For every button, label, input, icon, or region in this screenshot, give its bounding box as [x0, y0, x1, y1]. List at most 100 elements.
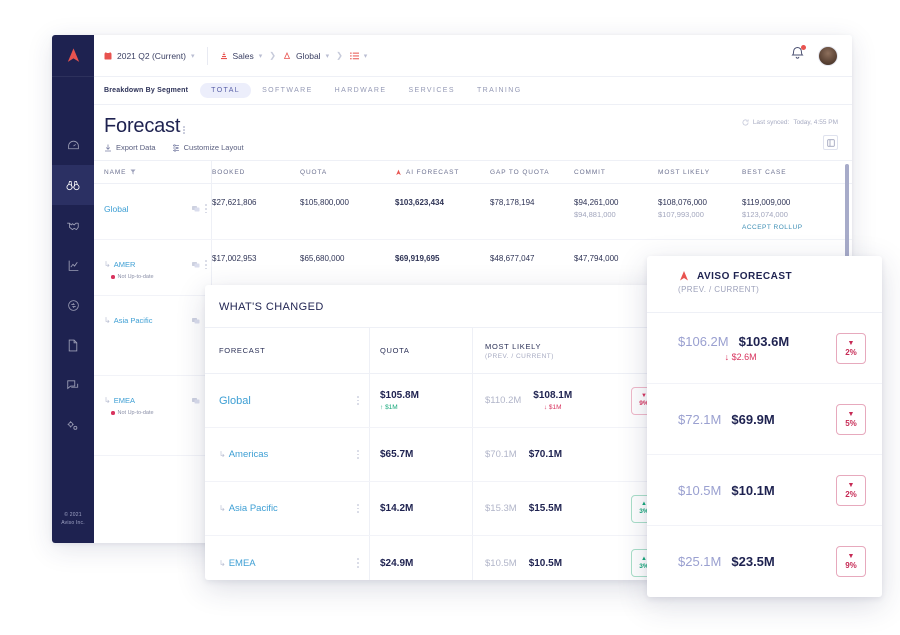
- aviso-mark-icon: [680, 271, 688, 281]
- table-row[interactable]: Global $27,621,806 $105,800,000 $103,623…: [94, 184, 852, 240]
- cell-gap-to-quota: $78,178,194: [490, 198, 535, 207]
- table-row-name[interactable]: Asia Pacific: [114, 316, 153, 325]
- sidebar-item-reports[interactable]: [52, 325, 94, 365]
- wc-quota-delta: ↑ $1M: [380, 404, 398, 411]
- aviso-forecast-row[interactable]: $106.2M $103.6M ↓ $2.6M ▼ 2%: [647, 313, 882, 384]
- sidebar-item-settings[interactable]: [52, 405, 94, 445]
- avatar[interactable]: [818, 45, 838, 66]
- triangle-down-icon: ▼: [847, 553, 855, 560]
- whats-changed-row[interactable]: ↳ Americas $65.7M $70.1M $70.1M: [205, 428, 657, 482]
- aviso-prev: $25.1M: [678, 554, 722, 569]
- wc-cell-most-likely: $10.5M $10.5M ▲ 3%: [473, 536, 657, 580]
- export-data-label: Export Data: [116, 143, 156, 152]
- wc-column-header-forecast-label: FORECAST: [219, 346, 266, 355]
- wc-row-name-cell[interactable]: ↳ Asia Pacific: [205, 482, 370, 535]
- wc-column-header-most-likely[interactable]: MOST LIKELY (PREV. / CURRENT): [473, 328, 657, 373]
- wc-row-name[interactable]: Americas: [229, 449, 269, 460]
- page-title: Forecast: [104, 115, 181, 137]
- wc-row-name[interactable]: Asia Pacific: [229, 503, 278, 514]
- wc-row-name[interactable]: Global: [219, 395, 251, 407]
- calendar-icon: [104, 51, 112, 60]
- whats-changed-row[interactable]: Global $105.8M ↑ $1M $110.2M $108.1M ↓ $…: [205, 374, 657, 428]
- stale-indicator: Not Up-to-date: [111, 410, 154, 416]
- column-header-name[interactable]: NAME: [94, 161, 212, 183]
- breadcrumb-period[interactable]: 2021 Q2 (Current) ▾: [104, 51, 195, 61]
- sidebar-item-analytics[interactable]: [52, 245, 94, 285]
- table-row-name[interactable]: AMER: [114, 260, 136, 269]
- whats-changed-row[interactable]: ↳ Asia Pacific $14.2M $15.3M $15.5M ▲ 3%: [205, 482, 657, 536]
- wc-row-menu-icon[interactable]: [357, 558, 359, 568]
- whats-changed-row[interactable]: ↳ EMEA $24.9M $10.5M $10.5M ▲ 3%: [205, 536, 657, 580]
- tab-hardware[interactable]: HARDWARE: [324, 83, 398, 98]
- column-header-gap-to-quota[interactable]: GAP TO QUOTA: [490, 169, 574, 176]
- sidebar-item-activity[interactable]: [52, 285, 94, 325]
- wc-column-header-quota[interactable]: QUOTA: [370, 328, 473, 373]
- stale-label: Not Up-to-date: [117, 274, 154, 280]
- column-header-ai-forecast[interactable]: AI FORECAST: [395, 169, 490, 176]
- aviso-forecast-title-row: AVISO FORECAST: [678, 270, 882, 282]
- export-data-button[interactable]: Export Data: [104, 143, 156, 152]
- aviso-prev: $72.1M: [678, 411, 722, 427]
- breadcrumb-scope[interactable]: Global ▾: [283, 51, 329, 61]
- aviso-logo[interactable]: [52, 35, 94, 77]
- wc-quota-value: $14.2M: [380, 503, 414, 514]
- wc-row-menu-icon[interactable]: [357, 503, 359, 514]
- whats-changed-header: FORECAST QUOTA MOST LIKELY (PREV. / CURR…: [205, 327, 657, 374]
- row-actions[interactable]: [192, 204, 207, 214]
- cell-ai-forecast: $103,623,434: [395, 198, 444, 207]
- aviso-logo-icon: [67, 48, 79, 62]
- cell-commit: $94,261,000 $94,881,000: [574, 184, 658, 239]
- accept-rollup-link[interactable]: ACCEPT ROLLUP: [742, 224, 826, 231]
- page-title-menu-icon[interactable]: [183, 126, 185, 138]
- column-header-commit[interactable]: COMMIT: [574, 169, 658, 176]
- wc-row-menu-icon[interactable]: [357, 449, 359, 460]
- table-row-name-cell[interactable]: Global: [94, 184, 212, 239]
- table-row-name[interactable]: Global: [104, 204, 129, 214]
- column-header-booked[interactable]: BOOKED: [212, 169, 300, 176]
- tab-software[interactable]: SOFTWARE: [251, 83, 324, 98]
- table-row-name-cell[interactable]: ↳ AMER Not Up-to-date: [94, 240, 212, 295]
- binoculars-icon: [66, 180, 80, 190]
- column-header-best-case[interactable]: BEST CASE: [742, 169, 826, 176]
- table-row-name-cell[interactable]: ↳ EMEA Not Up-to-date: [94, 376, 212, 455]
- sidebar: © 2021 Aviso Inc.: [52, 35, 94, 543]
- wc-row-name-cell[interactable]: ↳ Americas: [205, 428, 370, 481]
- notifications-button[interactable]: [791, 45, 806, 65]
- aviso-current: $23.5M: [731, 554, 775, 569]
- aviso-change-pill: ▼ 9%: [836, 546, 866, 577]
- sidebar-item-deals[interactable]: [52, 205, 94, 245]
- cell-commit-previous: $94,881,000: [574, 210, 616, 219]
- sidebar-item-forecast[interactable]: [52, 165, 94, 205]
- aviso-forecast-row[interactable]: $25.1M $23.5M ▼ 9%: [647, 526, 882, 597]
- table-row-name[interactable]: EMEA: [114, 396, 135, 405]
- tab-services[interactable]: SERVICES: [397, 83, 465, 98]
- wc-row-menu-icon[interactable]: [357, 395, 359, 406]
- wc-row-name-cell[interactable]: Global: [205, 374, 370, 427]
- row-menu-icon[interactable]: [205, 260, 207, 270]
- breadcrumb-team[interactable]: Sales ▾: [220, 51, 262, 61]
- tab-total[interactable]: TOTAL: [200, 83, 252, 98]
- aviso-forecast-title: AVISO FORECAST: [697, 270, 793, 282]
- wc-column-header-forecast[interactable]: FORECAST: [205, 328, 370, 373]
- aviso-values-line: $106.2M $103.6M: [678, 334, 789, 349]
- table-row-name-cell[interactable]: ↳ Asia Pacific: [94, 296, 212, 375]
- wc-row-name[interactable]: EMEA: [229, 558, 256, 569]
- aviso-forecast-row[interactable]: $72.1M $69.9M ▼ 5%: [647, 384, 882, 455]
- segment-bar: Breakdown By Segment TOTAL SOFTWARE HARD…: [94, 77, 852, 105]
- tab-training[interactable]: TRAINING: [466, 83, 533, 98]
- sidebar-item-dashboard[interactable]: [52, 125, 94, 165]
- aviso-forecast-row[interactable]: $10.5M $10.1M ▼ 2%: [647, 455, 882, 526]
- sidebar-item-conversations[interactable]: [52, 365, 94, 405]
- customize-layout-button[interactable]: Customize Layout: [172, 143, 244, 152]
- notes-icon: [192, 206, 200, 212]
- chat-icon: [67, 379, 79, 389]
- wc-row-name-cell[interactable]: ↳ EMEA: [205, 536, 370, 580]
- breadcrumb-list-view[interactable]: ▾: [349, 52, 367, 60]
- wc-cell-quota: $65.7M: [370, 428, 473, 481]
- column-header-quota[interactable]: QUOTA: [300, 169, 395, 176]
- row-menu-icon[interactable]: [205, 204, 207, 214]
- gears-icon: [67, 420, 78, 430]
- layout-toggle-button[interactable]: [823, 135, 838, 150]
- column-header-most-likely[interactable]: MOST LIKELY: [658, 169, 742, 176]
- row-actions[interactable]: [192, 260, 207, 270]
